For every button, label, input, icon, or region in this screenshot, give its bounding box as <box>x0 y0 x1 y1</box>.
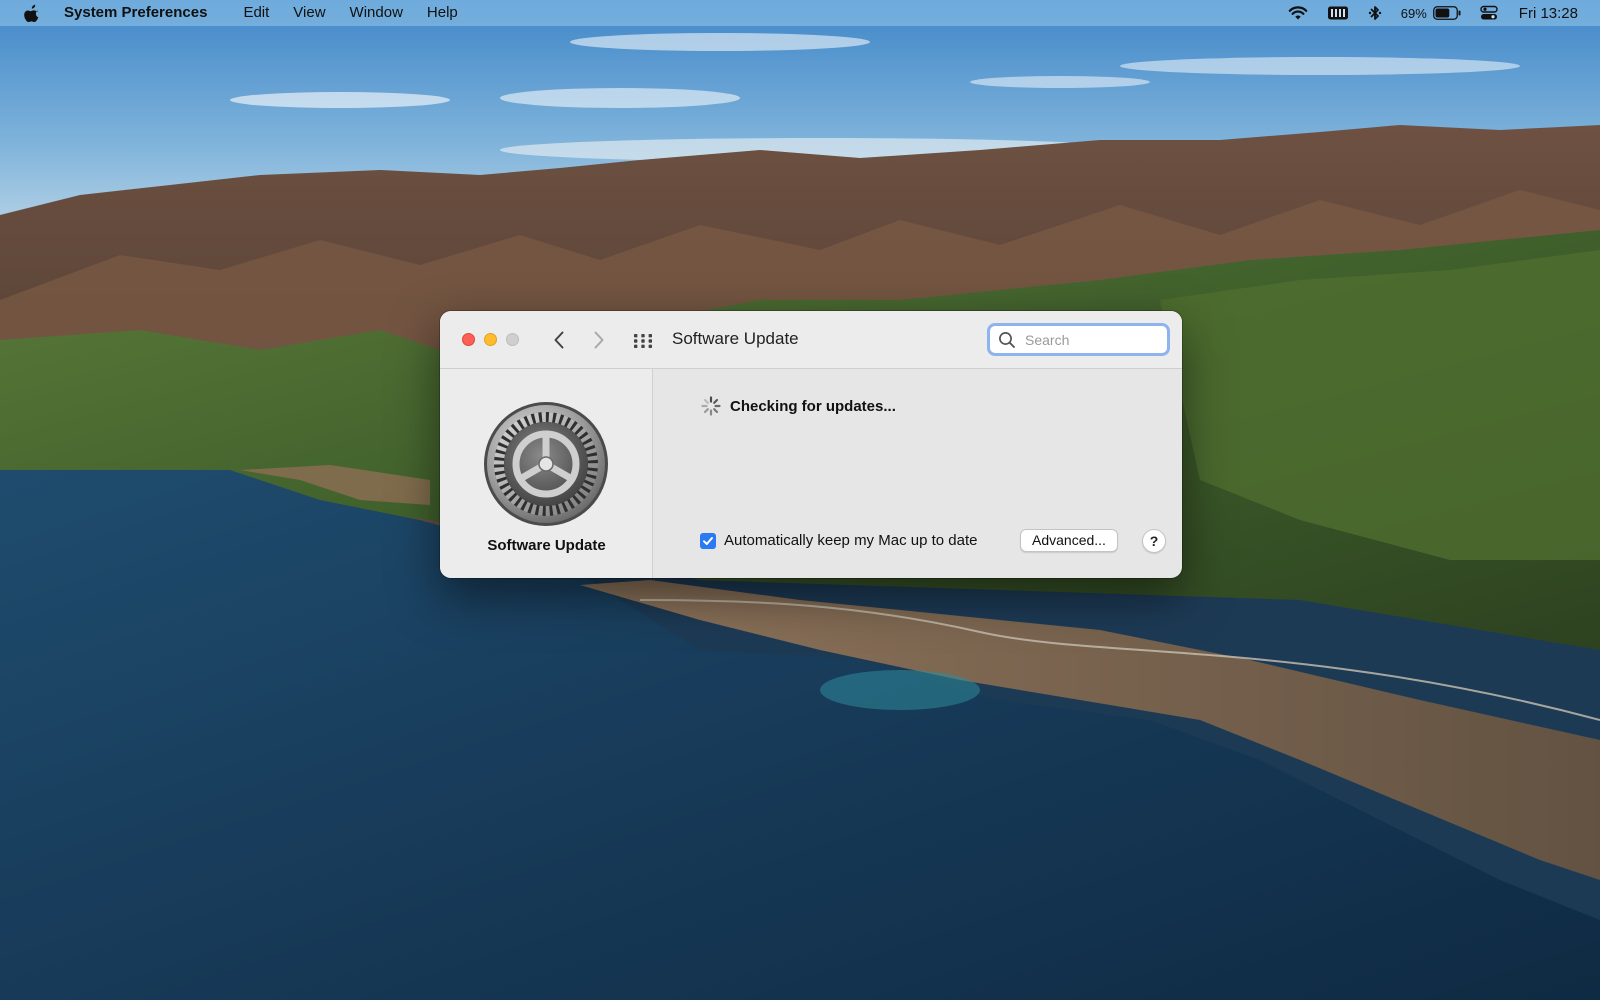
chevron-left-icon <box>554 331 564 349</box>
forward-button[interactable] <box>588 328 610 352</box>
search-field[interactable] <box>987 323 1170 356</box>
search-input[interactable] <box>1025 331 1155 348</box>
menu-bar-clock[interactable]: Fri 13:28 <box>1519 5 1578 22</box>
battery-icon[interactable] <box>1432 0 1461 26</box>
help-button[interactable]: ? <box>1142 529 1166 553</box>
pane-name-label: Software Update <box>487 537 606 554</box>
auto-update-option: Automatically keep my Mac up to date <box>700 532 977 549</box>
update-status: Checking for updates... <box>700 395 896 417</box>
menu-bar: System Preferences Edit View Window Help <box>0 0 1600 26</box>
grid-icon <box>634 334 652 348</box>
auto-update-label[interactable]: Automatically keep my Mac up to date <box>724 532 977 549</box>
checkmark-icon <box>703 536 713 545</box>
software-update-window: Software Update Search Software Update C… <box>440 311 1182 578</box>
menu-window[interactable]: Window <box>338 0 415 26</box>
battery-percentage: 69% <box>1400 5 1427 21</box>
window-title: Software Update <box>672 329 799 348</box>
pane-content: Checking for updates... Automatically ke… <box>653 369 1182 578</box>
desktop: System Preferences Edit View Window Help <box>0 0 1600 1000</box>
window-toolbar: Software Update <box>440 311 1182 369</box>
menu-app-name[interactable]: System Preferences <box>63 0 219 26</box>
minimize-window-button[interactable] <box>484 333 497 346</box>
progress-spinner-icon <box>701 396 721 416</box>
search-icon <box>998 330 1018 350</box>
pane-sidebar: Software Update <box>440 369 653 578</box>
zoom-window-button[interactable] <box>506 333 519 346</box>
menu-view[interactable]: View <box>281 0 337 26</box>
software-update-gear-icon <box>484 402 608 526</box>
auto-update-checkbox[interactable] <box>700 532 716 549</box>
wifi-icon[interactable] <box>1288 0 1308 26</box>
bluetooth-icon[interactable] <box>1368 0 1382 26</box>
back-button[interactable] <box>548 328 570 352</box>
control-center-icon[interactable] <box>1480 0 1498 26</box>
keyboard-input-icon[interactable] <box>1327 0 1349 26</box>
show-all-button[interactable] <box>632 330 654 352</box>
apple-menu-icon[interactable] <box>22 3 42 23</box>
menu-edit[interactable]: Edit <box>231 0 281 26</box>
close-window-button[interactable] <box>462 333 475 346</box>
chevron-right-icon <box>594 331 604 349</box>
advanced-button[interactable]: Advanced... <box>1020 529 1118 552</box>
menu-help[interactable]: Help <box>415 0 470 26</box>
status-text: Checking for updates... <box>730 397 896 415</box>
